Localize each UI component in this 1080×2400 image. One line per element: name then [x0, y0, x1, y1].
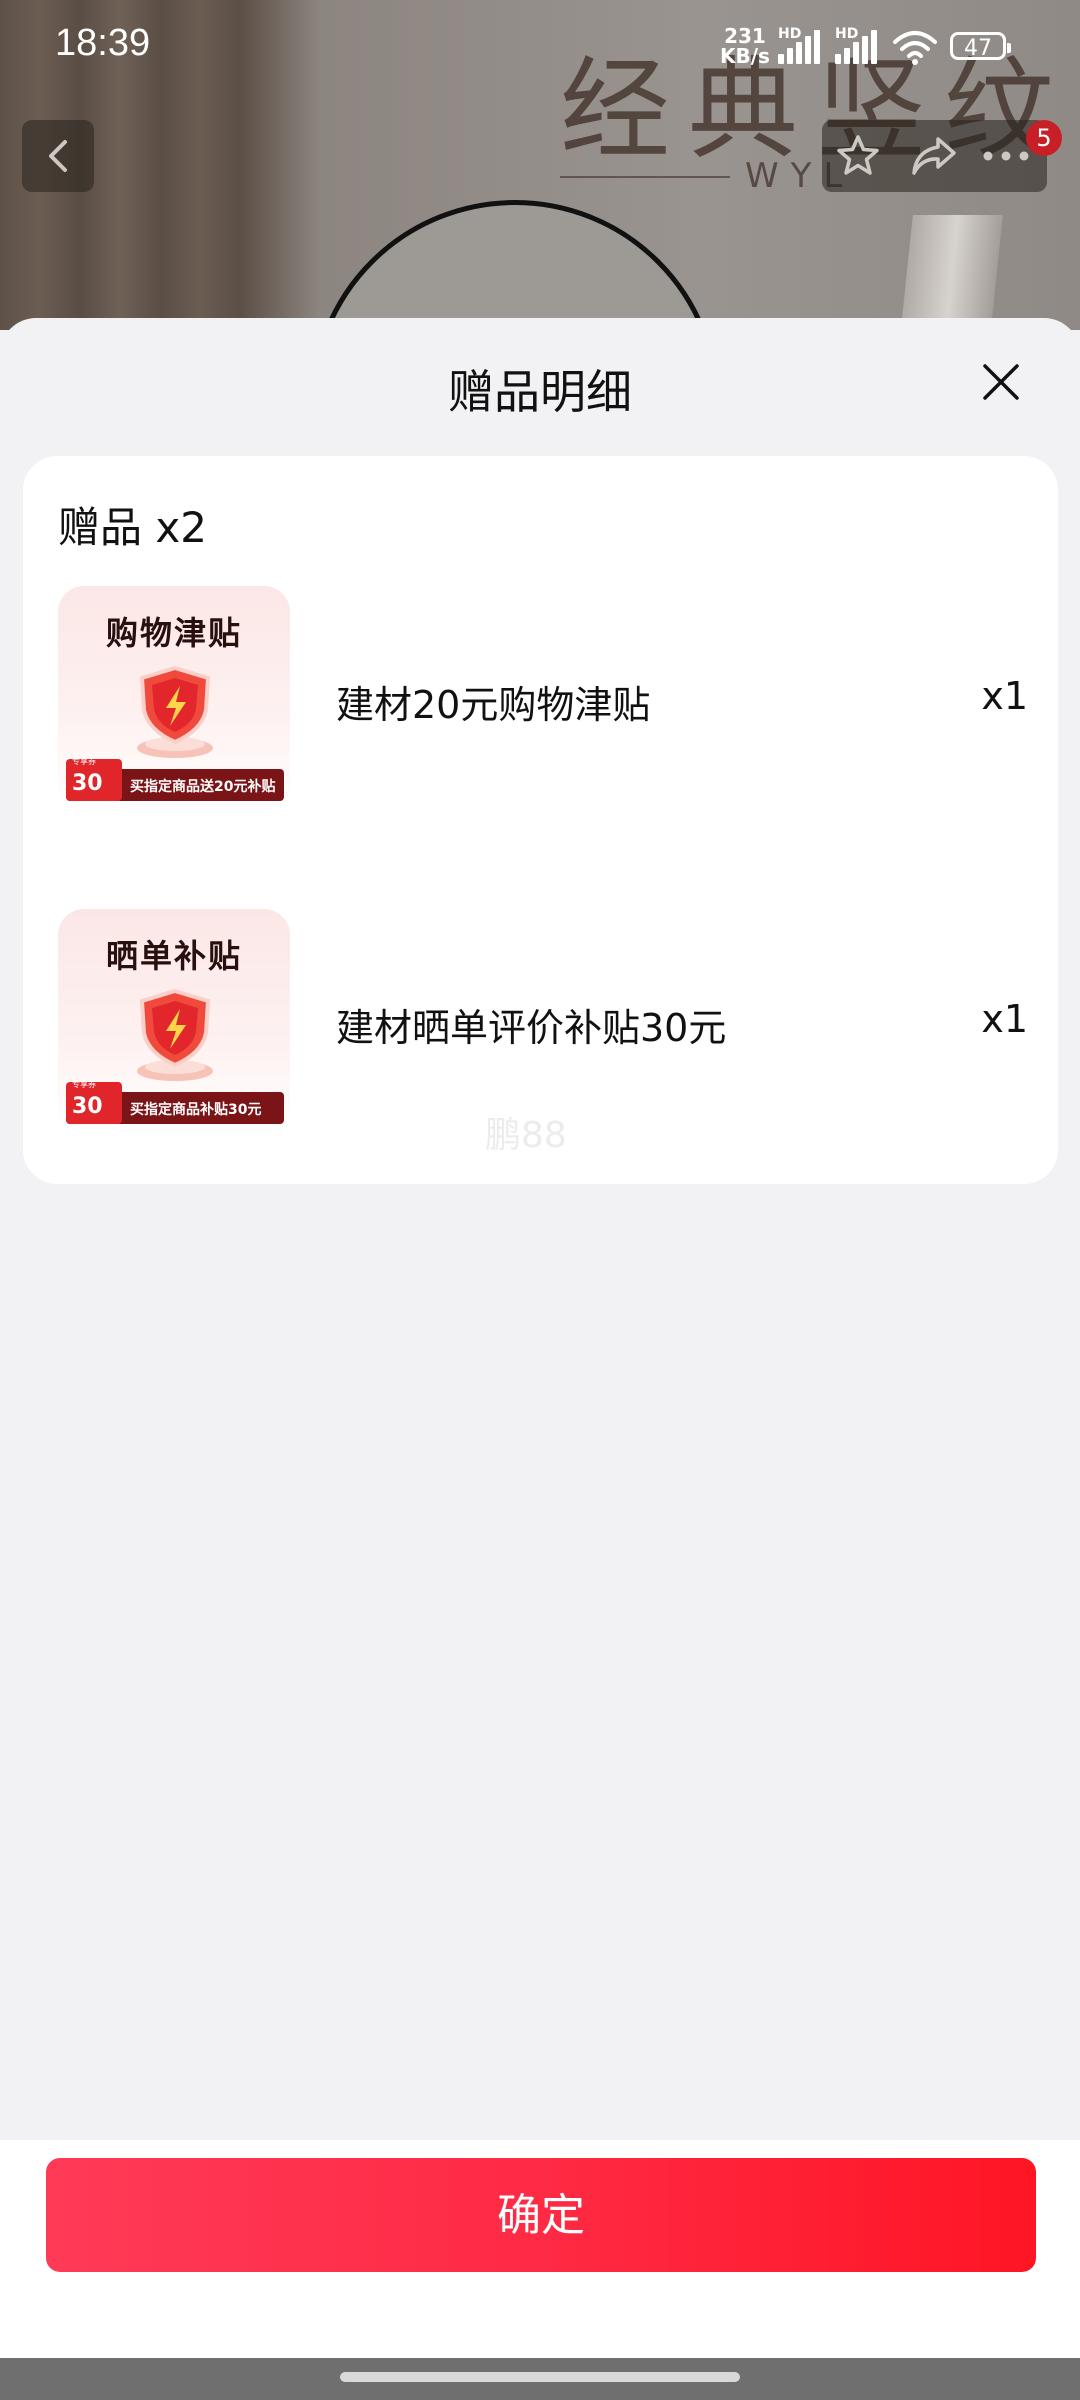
thumbnail-footer-bar: 专享券 30 买指定商品补贴30元	[66, 1080, 284, 1124]
watermark: 鹏88	[485, 1115, 567, 1156]
signal-icon-2	[835, 28, 883, 64]
battery-icon: 47	[950, 32, 1011, 61]
thumbnail-badge: 专享券 30	[66, 1080, 122, 1124]
back-button[interactable]	[22, 120, 94, 192]
gift-name: 建材20元购物津贴	[336, 683, 651, 727]
shield-icon	[130, 664, 220, 760]
signal-icon-1	[778, 28, 826, 64]
product-image-glass	[897, 215, 1003, 330]
list-item[interactable]: 晒单补贴 专享券 30 买指定商品补贴30元 建材晒单评价补贴30元 x1	[58, 909, 1028, 1139]
list-item[interactable]: 购物津贴 专享券 30 买指定商品送20元补贴 建材20元购物津贴 x1	[58, 586, 1028, 816]
gift-thumbnail: 购物津贴 专享券 30 买指定商品送20元补贴	[58, 586, 290, 814]
thumbnail-badge-value: 30	[72, 1094, 103, 1119]
thumbnail-badge-value: 30	[72, 771, 103, 796]
share-icon	[912, 137, 956, 175]
close-icon	[983, 364, 1019, 400]
notification-badge: 5	[1026, 120, 1062, 156]
thumbnail-badge-caption: 专享券	[72, 1080, 96, 1089]
gift-quantity: x1	[981, 997, 1028, 1041]
thumbnail-footer-bar: 专享券 30 买指定商品送20元补贴	[66, 757, 284, 801]
status-time: 18:39	[55, 22, 151, 64]
top-toolbar	[822, 120, 1047, 192]
gift-list-card: 赠品 x2 购物津贴 专享券 30 买指定商品送20元补贴 建材20元购物津贴 …	[23, 456, 1058, 1184]
home-gesture-handle[interactable]	[340, 2372, 740, 2382]
network-speed: 231 KB/s	[720, 26, 770, 66]
thumbnail-title: 购物津贴	[105, 614, 242, 652]
chevron-left-icon	[49, 140, 67, 172]
gift-quantity: x1	[981, 674, 1028, 718]
more-button[interactable]	[982, 132, 1030, 180]
confirm-button[interactable]: 确定	[46, 2158, 1036, 2272]
thumbnail-footer-text: 买指定商品送20元补贴	[130, 779, 276, 795]
share-button[interactable]	[910, 132, 958, 180]
wifi-icon	[892, 30, 938, 70]
gift-details-sheet: 赠品明细 赠品 x2 购物津贴 专享券 30 买指定商品送20元补贴 建材20元…	[0, 318, 1080, 2358]
star-icon	[837, 135, 879, 175]
gift-count-header: 赠品 x2	[58, 503, 207, 552]
more-dots-icon	[983, 151, 1029, 161]
gift-name: 建材晒单评价补贴30元	[336, 1006, 727, 1050]
system-navigation-bar	[0, 2358, 1080, 2400]
close-button[interactable]	[975, 356, 1027, 408]
gift-thumbnail: 晒单补贴 专享券 30 买指定商品补贴30元	[58, 909, 290, 1137]
thumbnail-badge-caption: 专享券	[72, 757, 96, 766]
favorite-button[interactable]	[834, 132, 882, 180]
product-image-plate	[310, 200, 720, 330]
network-speed-unit: KB/s	[720, 44, 770, 68]
sheet-title: 赠品明细	[448, 365, 632, 419]
shield-icon	[130, 987, 220, 1083]
thumbnail-footer-text: 买指定商品补贴30元	[130, 1102, 262, 1118]
headline-divider	[560, 176, 730, 178]
thumbnail-title: 晒单补贴	[105, 937, 242, 975]
sheet-footer: 确定	[0, 2140, 1080, 2358]
network-speed-value: 231	[724, 24, 766, 48]
thumbnail-badge: 专享券 30	[66, 757, 122, 801]
status-bar: 18:39 231 KB/s HD HD 47	[0, 0, 1080, 90]
